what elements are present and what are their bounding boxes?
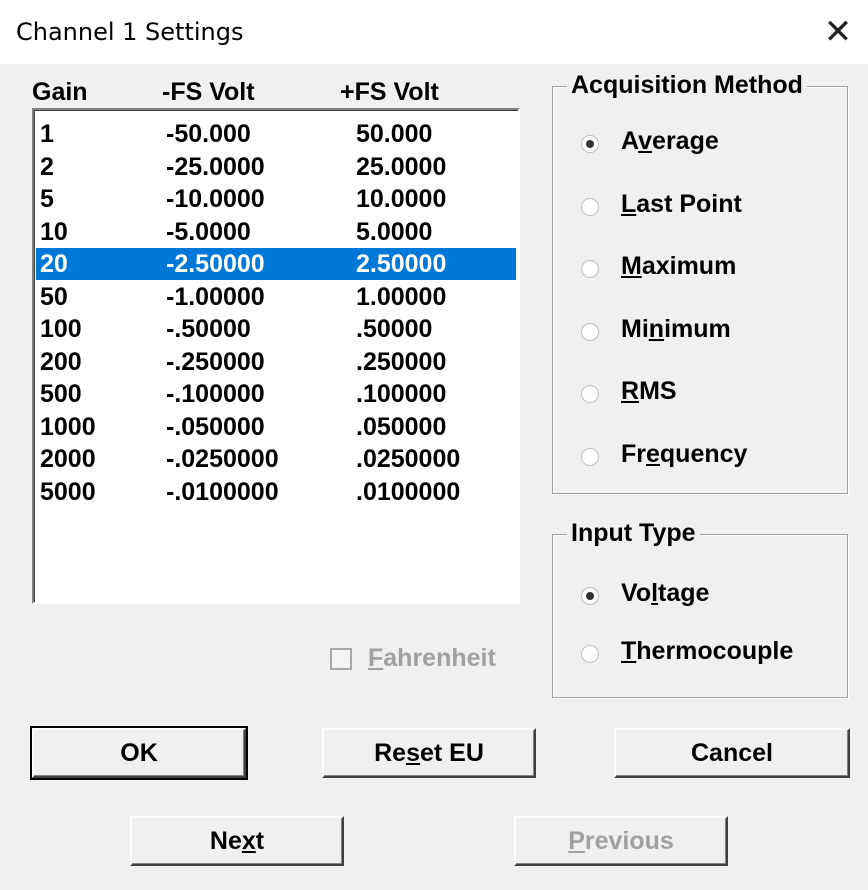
radio-label: Voltage [621,579,710,607]
gain-cell: 20 [40,250,68,278]
pos-fs-volt-cell: 1.00000 [356,282,447,311]
radio-label: Last Point [621,189,742,218]
input-type-legend: Input Type [567,519,700,548]
pos-fs-volt-cell: 25.0000 [356,152,447,181]
pos-fs-volt-cell: 2.50000 [356,250,447,278]
neg-fs-volt-cell: -.100000 [166,380,265,408]
neg-fs-volt-cell: -5.0000 [166,217,251,246]
column-header-pos-fs-volt: +FS Volt [340,78,439,106]
previous-button[interactable]: Previous [514,816,728,866]
fahrenheit-label: Fahrenheit [368,644,496,672]
neg-fs-volt-cell: -.0250000 [166,445,279,473]
close-icon[interactable]: ✕ [808,8,868,56]
reset-eu-button[interactable]: Reset EU [322,728,536,778]
pos-fs-volt-cell: .50000 [356,315,433,343]
gain-cell: 50 [40,282,68,311]
table-row[interactable]: 1 -50.000 50.000 [36,118,516,150]
gain-cell: 1 [40,120,54,148]
window-title: Channel 1 Settings [16,18,244,46]
table-row[interactable]: 200 -.250000 .250000 [36,346,516,378]
table-row[interactable]: 50 -1.00000 1.00000 [36,281,516,313]
radio-dot-icon[interactable] [581,322,599,341]
neg-fs-volt-cell: -.0100000 [166,477,279,506]
pos-fs-volt-cell: 50.000 [356,120,433,148]
neg-fs-volt-cell: -10.0000 [166,185,265,213]
table-row[interactable]: 1000 -.050000 .050000 [36,411,516,443]
neg-fs-volt-cell: -.50000 [166,315,251,343]
next-button[interactable]: Next [130,816,344,866]
gain-cell: 200 [40,347,82,376]
neg-fs-volt-cell: -1.00000 [166,282,265,311]
radio-label: Thermocouple [621,637,794,665]
column-header-neg-fs-volt: -FS Volt [162,78,255,106]
radio-label: RMS [621,377,677,405]
pos-fs-volt-cell: .100000 [356,380,447,408]
table-row[interactable]: 5000 -.0100000 .0100000 [36,476,516,508]
neg-fs-volt-cell: -.250000 [166,347,265,376]
pos-fs-volt-cell: 5.0000 [356,217,433,246]
gain-cell: 5 [40,185,54,213]
gain-cell: 100 [40,315,82,343]
neg-fs-volt-cell: -.050000 [166,412,265,441]
pos-fs-volt-cell: .0250000 [356,445,461,473]
radio-dot-icon[interactable] [581,260,599,278]
gain-cell: 2 [40,152,54,181]
fahrenheit-checkbox[interactable] [330,648,352,670]
table-row[interactable]: 2000 -.0250000 .0250000 [36,443,516,475]
gain-cell: 2000 [40,445,96,473]
acquisition-method-group: Acquisition Method Average Last Point Maxi… [552,71,848,494]
title-bar: Channel 1 Settings ✕ [0,0,868,64]
gain-cell: 10 [40,217,68,246]
input-type-group: Input Type Voltage Thermocouple [552,519,848,698]
table-row[interactable]: 5 -10.0000 10.0000 [36,183,516,215]
cancel-button[interactable]: Cancel [614,728,850,778]
pos-fs-volt-cell: .250000 [356,347,447,376]
radio-dot-icon[interactable] [581,135,599,153]
gain-cell: 5000 [40,477,96,506]
radio-dot-icon[interactable] [581,385,599,403]
gain-cell: 500 [40,380,82,408]
neg-fs-volt-cell: -50.000 [166,120,251,148]
neg-fs-volt-cell: -2.50000 [166,250,265,278]
radio-label: Frequency [621,439,748,468]
neg-fs-volt-cell: -25.0000 [166,152,265,181]
radio-label: Average [621,127,719,155]
radio-dot-icon[interactable] [581,447,599,466]
gain-listbox[interactable]: 1 -50.000 50.000 2 -25.0000 25.0000 5 -10.0000 1… [32,108,520,604]
table-row[interactable]: 100 -.50000 .50000 [36,313,516,345]
radio-dot-icon[interactable] [581,197,599,216]
table-row[interactable]: 20 -2.50000 2.50000 [36,248,516,280]
radio-label: Minimum [621,314,731,343]
radio-dot-icon[interactable] [581,645,599,663]
pos-fs-volt-cell: 10.0000 [356,185,447,213]
table-row[interactable]: 2 -25.0000 25.0000 [36,151,516,183]
ok-button[interactable]: OK [30,726,248,780]
gain-cell: 1000 [40,412,96,441]
pos-fs-volt-cell: .050000 [356,412,447,441]
column-header-gain: Gain [32,78,88,106]
table-row[interactable]: 10 -5.0000 5.0000 [36,216,516,248]
pos-fs-volt-cell: .0100000 [356,477,461,506]
radio-label: Maximum [621,252,737,280]
table-row[interactable]: 500 -.100000 .100000 [36,378,516,410]
acquisition-method-legend: Acquisition Method [567,71,807,100]
radio-dot-icon[interactable] [581,587,599,605]
